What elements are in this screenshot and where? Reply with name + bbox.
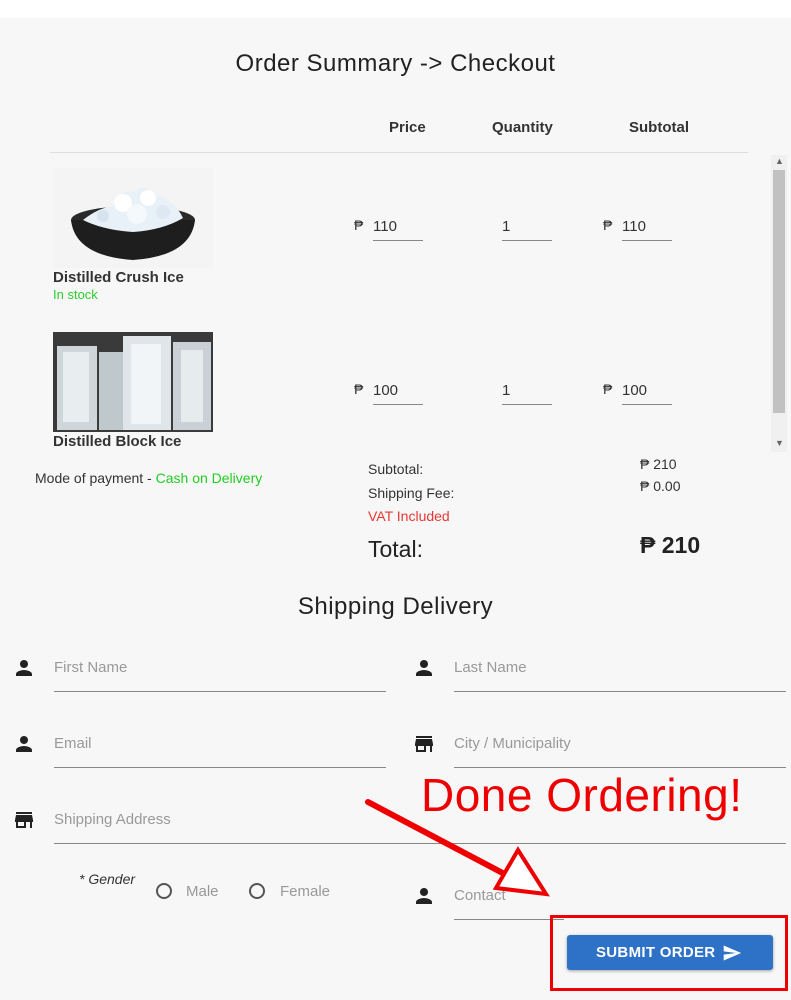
price-field: 110: [373, 218, 423, 241]
address-placeholder: Shipping Address: [54, 811, 171, 828]
person-icon: [412, 656, 436, 680]
send-icon: [723, 945, 742, 961]
subtotal-value: ₱ 210: [640, 456, 677, 472]
last-name-placeholder: Last Name: [454, 659, 527, 676]
store-icon: [12, 808, 36, 832]
gender-female-label[interactable]: Female: [280, 883, 330, 900]
currency-symbol: ₱: [603, 381, 613, 397]
order-summary-title: Order Summary -> Checkout: [235, 50, 556, 77]
email-placeholder: Email: [54, 735, 92, 752]
annotation-arrow-icon: [365, 799, 550, 897]
total-value: ₱ 210: [640, 532, 701, 558]
price-field: 100: [373, 382, 423, 405]
email-field[interactable]: Email: [54, 727, 386, 768]
gender-male-radio[interactable]: [156, 883, 172, 899]
submit-order-button[interactable]: SUBMIT ORDER: [567, 935, 773, 970]
last-name-field[interactable]: Last Name: [454, 651, 786, 692]
currency-symbol: ₱: [603, 217, 613, 233]
shipping-delivery-title: Shipping Delivery: [297, 593, 494, 620]
item-name: Distilled Block Ice: [53, 433, 182, 450]
store-icon: [412, 732, 436, 756]
shipping-fee-value: ₱ 0.00: [640, 478, 681, 494]
gender-label: * Gender: [79, 871, 136, 887]
vat-note: VAT Included: [368, 508, 450, 524]
first-name-field[interactable]: First Name: [54, 651, 386, 692]
city-placeholder: City / Municipality: [454, 735, 571, 752]
shipping-fee-label: Shipping Fee:: [368, 485, 455, 501]
scroll-up-icon[interactable]: ▲: [775, 156, 784, 166]
currency-symbol: ₱: [354, 217, 364, 233]
block-ice-image: [53, 332, 213, 432]
gender-female-radio[interactable]: [249, 883, 265, 899]
first-name-placeholder: First Name: [54, 659, 128, 676]
subtotal-field: 100: [622, 382, 672, 405]
crushed-ice-image: [53, 168, 213, 268]
submit-label: SUBMIT ORDER: [596, 944, 716, 961]
payment-mode: Mode of payment - Cash on Delivery: [35, 470, 262, 486]
total-label: Total:: [368, 536, 423, 562]
scrollbar-thumb[interactable]: [773, 170, 785, 413]
quantity-header: Quantity: [492, 119, 553, 136]
payment-method: Cash on Delivery: [155, 470, 263, 486]
stock-status: In stock: [53, 287, 98, 302]
currency-symbol: ₱: [354, 381, 364, 397]
quantity-field[interactable]: 1: [502, 218, 552, 241]
price-header: Price: [389, 119, 426, 136]
scroll-down-icon[interactable]: ▼: [775, 438, 784, 448]
quantity-field[interactable]: 1: [502, 382, 552, 405]
subtotal-header: Subtotal: [629, 119, 689, 136]
person-icon: [12, 732, 36, 756]
subtotal-label: Subtotal:: [368, 461, 424, 477]
city-field[interactable]: City / Municipality: [454, 727, 786, 768]
item-name: Distilled Crush Ice: [53, 269, 184, 286]
gender-male-label[interactable]: Male: [186, 883, 219, 900]
header-divider: [50, 152, 748, 153]
payment-label: Mode of payment -: [35, 470, 156, 486]
person-icon: [12, 656, 36, 680]
subtotal-field: 110: [622, 218, 672, 241]
